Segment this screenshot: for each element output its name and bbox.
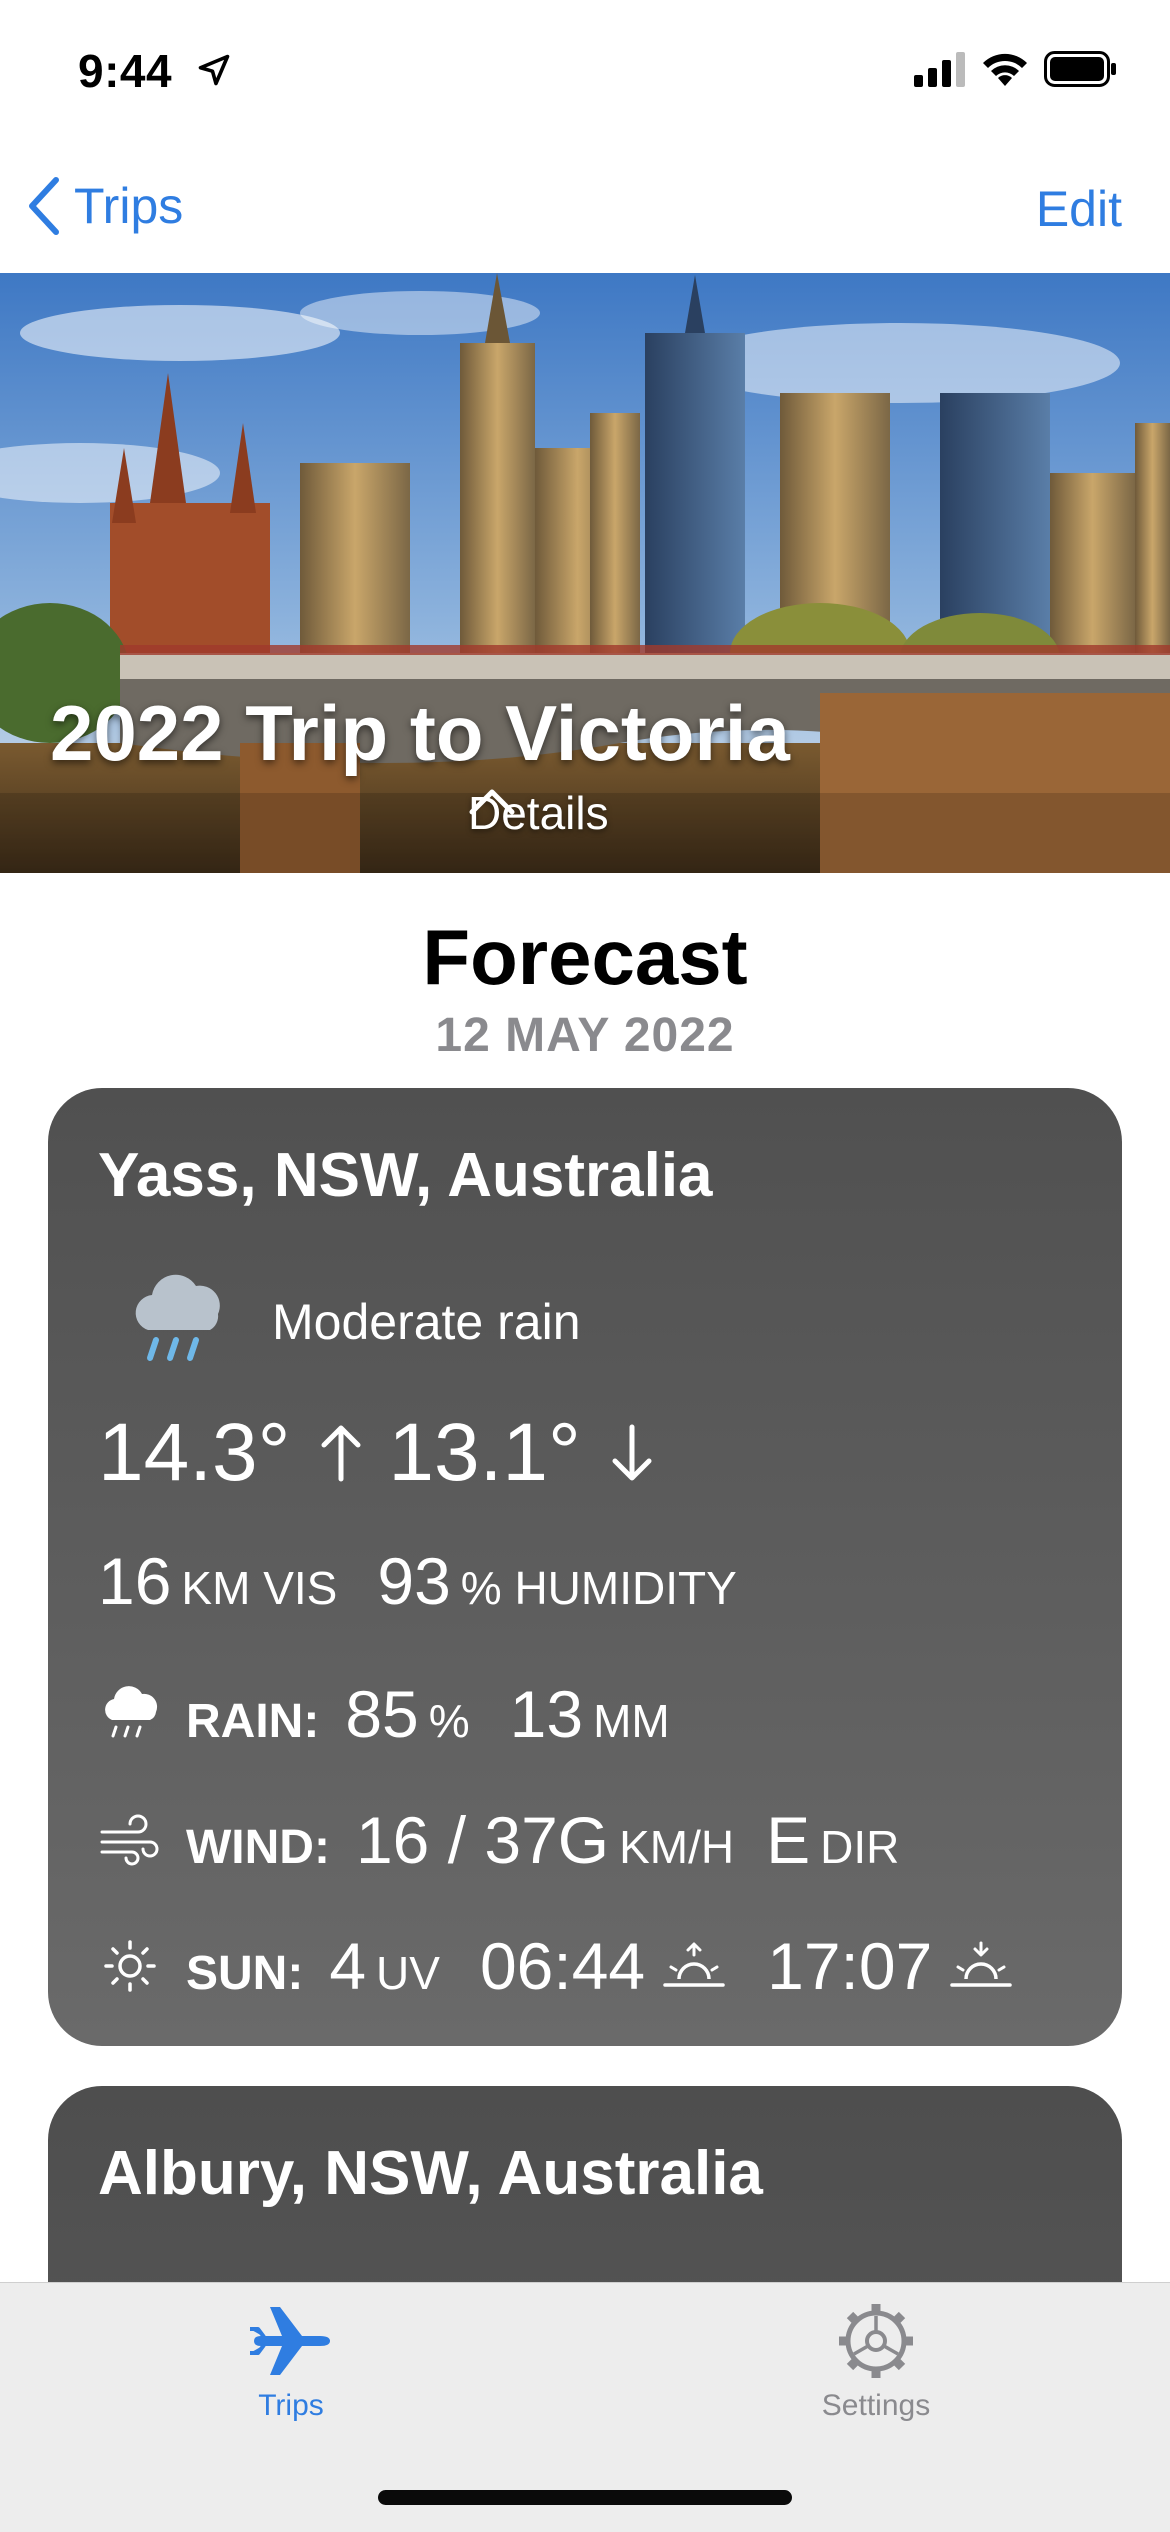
humidity-value: 93	[377, 1544, 451, 1618]
home-indicator[interactable]	[378, 2490, 792, 2505]
rain-amount-value: 13	[509, 1677, 584, 1751]
battery-icon	[1044, 51, 1116, 87]
tab-label: Settings	[821, 2389, 931, 2422]
condition-label: Moderate rain	[272, 1294, 581, 1350]
forecast-date: 12 MAY 2022	[435, 1009, 735, 1062]
trip-hero: 2022 Trip to Victoria Details	[0, 273, 1170, 873]
status-time: 9:44	[78, 45, 173, 97]
humidity-unit: % HUMIDITY	[460, 1562, 737, 1614]
cellular-signal-icon	[914, 52, 965, 87]
high-temp: 14.3°	[98, 1407, 291, 1498]
wifi-icon	[983, 53, 1027, 86]
location-arrow-icon	[198, 54, 230, 86]
visibility-unit: KM VIS	[181, 1562, 338, 1614]
visibility-humidity-row: 16 KM VIS 93 % HUMIDITY	[98, 1543, 737, 1619]
rain-chance-value: 85	[345, 1677, 419, 1751]
sun-label: SUN:	[186, 1947, 304, 2000]
rain-icon	[105, 1686, 158, 1738]
details-toggle[interactable]: Details	[468, 786, 609, 840]
rain-amount-unit: MM	[593, 1695, 670, 1747]
sunrise-icon	[663, 1942, 725, 1987]
sunset-time: 17:07	[767, 1929, 933, 2003]
edit-button[interactable]: Edit	[1036, 180, 1122, 238]
wind-speed-value: 16 / 37G	[355, 1803, 610, 1877]
sun-icon	[104, 1940, 156, 1992]
tab-settings[interactable]: Settings	[776, 2301, 976, 2423]
status-indicators	[914, 50, 1118, 88]
rain-label: RAIN:	[186, 1695, 320, 1748]
wind-label: WIND:	[186, 1821, 330, 1874]
arrow-down-icon	[612, 1424, 652, 1481]
rain-row: RAIN: 85 % 13 MM	[98, 1676, 670, 1752]
wind-direction-value: E	[766, 1803, 811, 1877]
back-button-label: Trips	[74, 178, 184, 234]
sunrise-time: 06:44	[479, 1929, 646, 2003]
rain-cloud-icon	[135, 1274, 220, 1361]
chevron-up-icon	[469, 789, 515, 815]
card-location: Albury, NSW, Australia	[98, 2139, 763, 2208]
forecast-title: Forecast	[422, 913, 748, 1001]
wind-row: WIND: 16 / 37G KM/H E DIR	[98, 1802, 899, 1878]
tab-trips[interactable]: Trips	[191, 2301, 391, 2423]
trip-title: 2022 Trip to Victoria	[50, 689, 790, 777]
wind-icon	[100, 1814, 159, 1866]
gear-icon	[839, 2304, 913, 2378]
chevron-left-icon	[29, 177, 59, 235]
low-temp: 13.1°	[388, 1407, 581, 1498]
arrow-up-icon	[321, 1425, 361, 1482]
forecast-card[interactable]: Yass, NSW, Australia Moderate rain 14.3°…	[48, 1088, 1122, 2046]
airplane-icon	[250, 2307, 330, 2375]
rain-chance-unit: %	[428, 1695, 470, 1747]
back-button[interactable]: Trips	[26, 176, 183, 236]
city-skyline-image	[0, 273, 1170, 873]
status-bar: 9:44	[0, 0, 1170, 150]
visibility-value: 16	[98, 1544, 172, 1618]
wind-speed-unit: KM/H	[619, 1821, 735, 1873]
sunset-icon	[950, 1941, 1013, 1987]
uv-unit: UV	[376, 1947, 440, 1999]
wind-direction-unit: DIR	[820, 1821, 900, 1873]
uv-value: 4	[329, 1929, 367, 2003]
card-location: Yass, NSW, Australia	[98, 1141, 713, 1210]
tab-label: Trips	[258, 2389, 324, 2422]
temperature-row: 14.3° 13.1°	[98, 1406, 679, 1500]
sun-row: SUN: 4 UV 06:44 17:07	[98, 1928, 1014, 2004]
